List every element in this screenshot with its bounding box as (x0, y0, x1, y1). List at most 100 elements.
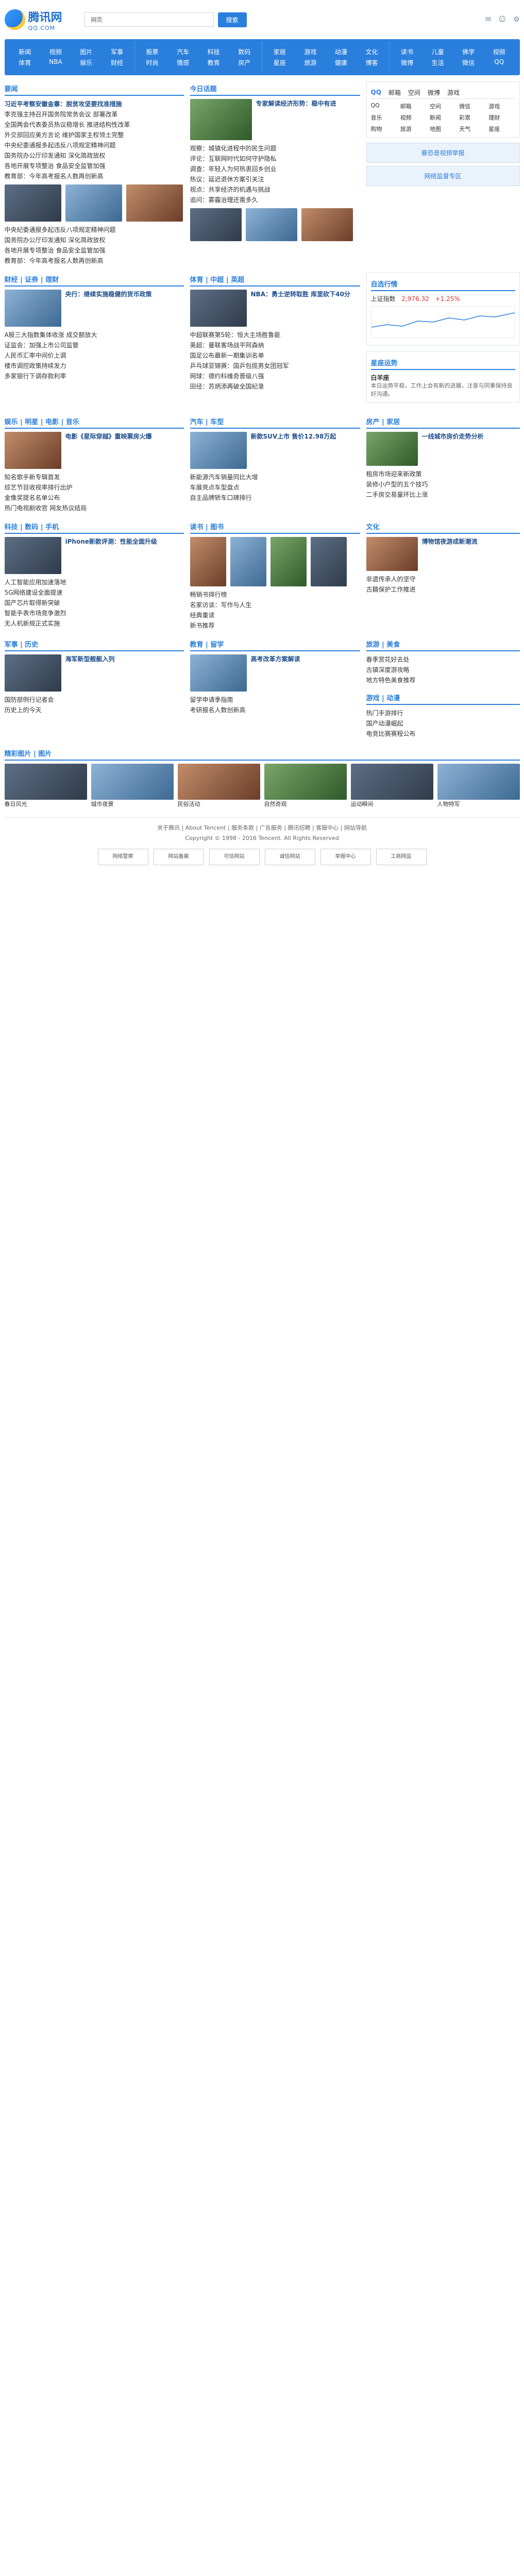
nav-item[interactable]: 星座 (264, 58, 295, 67)
gallery-image[interactable] (177, 764, 260, 800)
list-item[interactable]: 中超联赛第5轮：恒大主场胜鲁能 (190, 330, 360, 340)
service-item[interactable]: 地图 (430, 125, 456, 133)
list-item[interactable]: 各地开展专项整治 食品安全监管加强 (5, 245, 184, 256)
gallery-image[interactable] (4, 764, 87, 800)
list-item[interactable]: 各地开展专项整治 食品安全监管加强 (5, 161, 184, 171)
list-item[interactable]: 热议：延迟退休方案引关注 (190, 174, 360, 184)
report-ad-2[interactable]: 网络监督专区 (366, 166, 520, 186)
auto-image[interactable] (190, 432, 247, 469)
list-item[interactable]: 热门手游排行 (366, 708, 520, 718)
list-item[interactable]: 历史上的今天 (5, 705, 184, 715)
news-image[interactable] (65, 184, 122, 222)
nav-item[interactable]: 科技 (198, 47, 229, 56)
list-item[interactable]: 评论：互联网时代如何守护隐私 (190, 154, 360, 164)
nav-item[interactable]: 生活 (422, 58, 453, 67)
list-item[interactable]: 视点：共享经济的机遇与挑战 (190, 184, 360, 195)
house-image[interactable] (366, 432, 418, 466)
footer-badge[interactable]: 诚信网站 (264, 849, 315, 865)
list-item[interactable]: 自主品牌轿车口碑排行 (190, 493, 360, 503)
service-item[interactable]: 天气 (459, 125, 485, 133)
service-item[interactable]: 邮箱 (400, 102, 427, 110)
tab-qq[interactable]: QQ (371, 89, 381, 96)
edu-title[interactable]: 教育 | 留学 (190, 639, 224, 649)
list-item[interactable]: 经典重读 (190, 610, 360, 620)
list-item[interactable]: 中央纪委通报多起违反八项规定精神问题 (5, 225, 184, 235)
report-ad-1[interactable]: 暴恐音视频举报 (366, 143, 520, 163)
tech-feature-title[interactable]: iPhone新款评测：性能全面升级 (65, 537, 184, 546)
culture-title[interactable]: 文化 (366, 521, 380, 531)
list-item[interactable]: 名家访谈：写作与人生 (190, 600, 360, 610)
nav-item[interactable]: 时尚 (137, 58, 168, 67)
book-cover[interactable] (270, 537, 307, 586)
edu-feature-title[interactable]: 高考改革方案解读 (251, 654, 360, 664)
today-feature-title[interactable]: 专家解读经济形势：稳中有进 (256, 99, 360, 108)
list-item[interactable]: A股三大指数集体收涨 成交额放大 (5, 330, 184, 340)
gallery-item[interactable]: 人物特写 (437, 764, 520, 808)
nav-item[interactable]: QQ (484, 58, 515, 67)
nav-item[interactable]: 视频 (484, 47, 515, 56)
service-item[interactable]: 购物 (371, 125, 397, 133)
footer-badge[interactable]: 工商网监 (376, 849, 427, 865)
list-item[interactable]: 畅销书排行榜 (190, 590, 360, 600)
service-item[interactable]: 新闻 (430, 113, 456, 122)
today-image[interactable] (190, 99, 252, 140)
travel-title[interactable]: 旅游 | 美食 (366, 639, 400, 649)
auto-feature-title[interactable]: 新款SUV上市 售价12.98万起 (251, 432, 360, 441)
nav-item[interactable]: 娱乐 (71, 58, 102, 67)
list-item[interactable]: 国产芯片取得新突破 (5, 598, 184, 608)
list-item[interactable]: 无人机新规正式实施 (5, 618, 184, 629)
nav-item[interactable]: 动漫 (326, 47, 357, 56)
finance-feature-title[interactable]: 央行：继续实施稳健的货币政策 (65, 290, 184, 299)
auto-title[interactable]: 汽车 | 车型 (190, 416, 224, 426)
nav-item[interactable]: 儿童 (422, 47, 453, 56)
list-item[interactable]: 乒乓球亚锦赛：国乒包揽男女团冠军 (190, 361, 360, 371)
list-item[interactable]: 非遗传承人的坚守 (366, 574, 520, 584)
mail-icon[interactable]: ✉ (485, 15, 492, 24)
gallery-image[interactable] (264, 764, 347, 800)
house-feature-title[interactable]: 一线城市房价走势分析 (422, 432, 520, 441)
nav-item[interactable]: 房产 (229, 58, 260, 67)
search-scope-select[interactable]: 网页 (84, 15, 109, 24)
nav-item[interactable]: 健康 (326, 58, 357, 67)
gallery-image[interactable] (91, 764, 174, 800)
list-item[interactable]: 证监会：加强上市公司监管 (5, 340, 184, 350)
nav-item[interactable]: NBA (40, 58, 71, 67)
nav-item[interactable]: 军事 (102, 47, 132, 56)
tab-game[interactable]: 游戏 (447, 88, 460, 97)
sports-title[interactable]: 体育 | 中超 | 英超 (190, 274, 245, 284)
nav-item[interactable]: 图片 (71, 47, 102, 56)
list-item[interactable]: 英超：曼联客场战平阿森纳 (190, 340, 360, 350)
list-item[interactable]: 中央纪委通报多起违反八项规定精神问题 (5, 140, 184, 150)
list-item[interactable]: 教育部：今年高考报名人数再创新高 (5, 256, 184, 266)
list-item[interactable]: 李克强主持召开国务院常务会议 部署改革 (5, 109, 184, 120)
service-item[interactable]: 视频 (400, 113, 427, 122)
book-cover[interactable] (310, 537, 347, 586)
list-item[interactable]: 热门电视剧收官 网友热议结局 (5, 503, 184, 513)
service-item[interactable]: 旅游 (400, 125, 427, 133)
tech-image[interactable] (4, 537, 61, 574)
list-item[interactable]: 智能手表市场竞争激烈 (5, 608, 184, 618)
nav-item[interactable]: 数码 (229, 47, 260, 56)
list-item[interactable]: 新能源汽车销量同比大增 (190, 472, 360, 482)
list-item[interactable]: 租房市场迎来新政策 (366, 469, 520, 479)
list-item[interactable]: 国足公布最新一期集训名单 (190, 350, 360, 361)
list-item[interactable]: 外交部回应美方言论 维护国家主权领土完整 (5, 130, 184, 140)
list-item[interactable]: 春季赏花好去处 (366, 654, 520, 665)
gallery-item[interactable]: 自然奇观 (264, 764, 347, 808)
service-item[interactable]: 游戏 (488, 102, 515, 110)
list-item[interactable]: 全国两会代表委员热议稳增长 推进结构性改革 (5, 120, 184, 130)
nav-item[interactable]: 体育 (10, 58, 41, 67)
service-item[interactable]: 音乐 (371, 113, 397, 122)
list-item[interactable]: 追问：雾霾治理还需多久 (190, 195, 360, 205)
gallery-image[interactable] (437, 764, 520, 800)
nav-item[interactable]: 财经 (102, 58, 132, 67)
tab-mail[interactable]: 邮箱 (388, 88, 401, 97)
list-item[interactable]: 教育部：今年高考报名人数再创新高 (5, 171, 184, 181)
list-item[interactable]: 金像奖提名名单公布 (5, 493, 184, 503)
sports-feature-title[interactable]: NBA：勇士逆转取胜 库里砍下40分 (251, 290, 360, 299)
logo[interactable]: 腾讯网 QQ.COM (4, 8, 62, 31)
list-item[interactable]: 综艺节目收视率排行出炉 (5, 482, 184, 493)
house-title[interactable]: 房产 | 家居 (366, 416, 400, 426)
service-item[interactable]: QQ (371, 102, 397, 110)
news-title[interactable]: 要闻 (5, 83, 18, 93)
